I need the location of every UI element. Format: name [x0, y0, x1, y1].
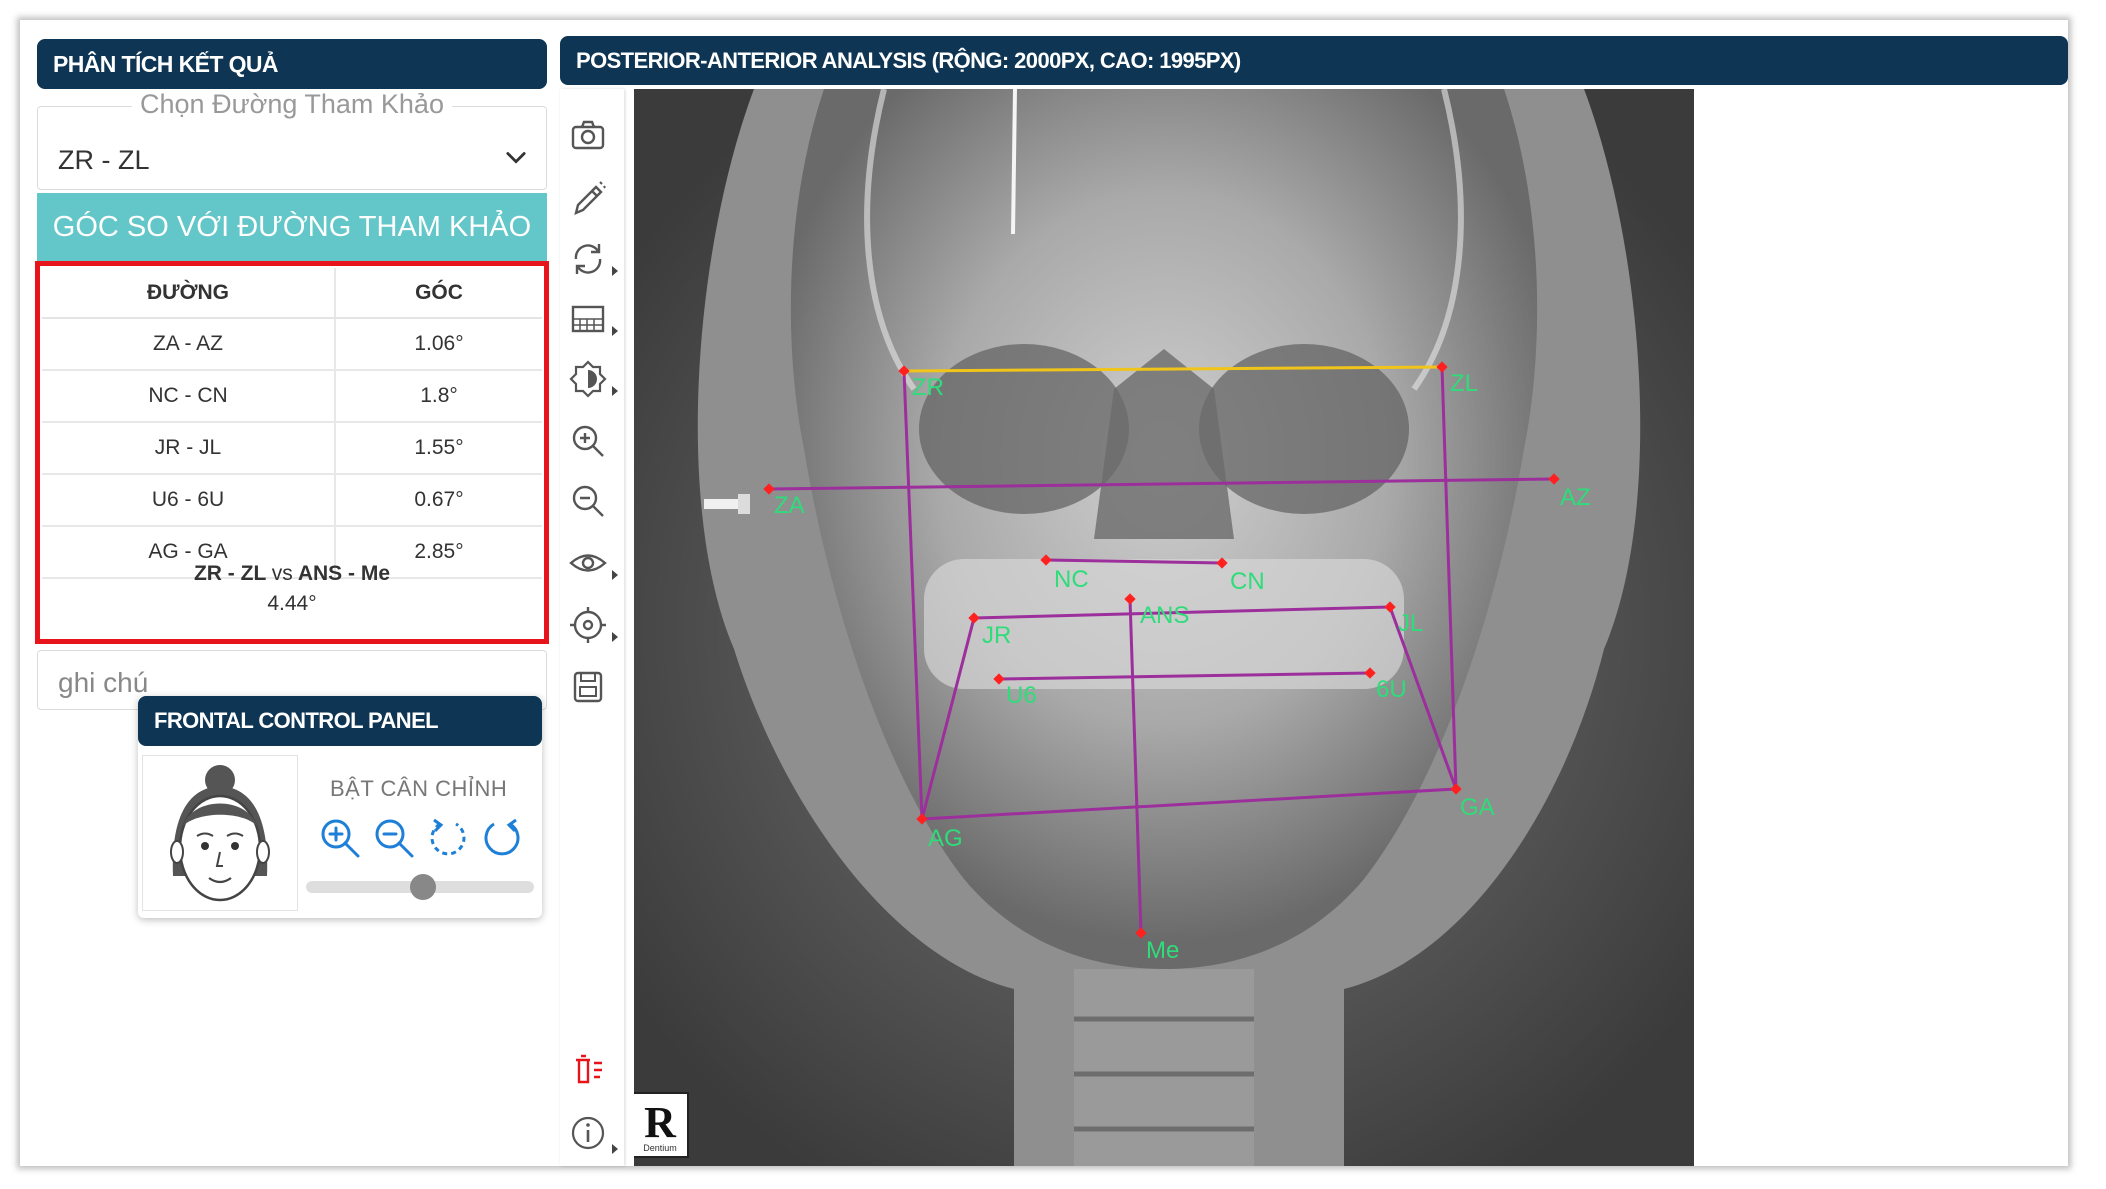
- row-angle: 1.06°: [335, 318, 542, 371]
- label-zl: ZL: [1450, 370, 1478, 397]
- row-line: ZA - AZ: [42, 318, 336, 371]
- rotate-icon[interactable]: [568, 239, 608, 279]
- zoom-out-icon[interactable]: [372, 816, 416, 860]
- label-nc: NC: [1054, 566, 1089, 593]
- comparison-vs: vs: [271, 562, 293, 585]
- label-zr: ZR: [912, 374, 944, 401]
- zoom-out-icon[interactable]: [568, 481, 608, 521]
- results-table: ĐƯỜNG GÓC ZA - AZ 1.06° NC - CN 1.8° JR - …: [42, 268, 542, 579]
- row-angle: 1.8°: [335, 370, 542, 423]
- comparison-target: ANS - Me: [297, 562, 391, 585]
- save-icon[interactable]: [568, 667, 608, 707]
- xray-title: POSTERIOR-ANTERIOR ANALYSIS (RỘNG: 2000P…: [560, 36, 2068, 85]
- label-cn: CN: [1230, 568, 1265, 595]
- label-ans: ANS: [1140, 602, 1189, 629]
- col-header-angle: GÓC: [335, 268, 542, 319]
- label-jr: JR: [982, 622, 1011, 649]
- row-line: NC - CN: [42, 370, 336, 423]
- delete-list-icon[interactable]: [568, 1051, 608, 1091]
- rotate-right-icon[interactable]: [480, 816, 524, 860]
- face-icon: [170, 765, 270, 902]
- label-az: AZ: [1560, 484, 1591, 511]
- tool-sidebar: [560, 89, 624, 1166]
- info-menu-arrow[interactable]: [612, 1144, 618, 1154]
- comparison-value: 4.44°: [267, 592, 317, 615]
- table-row: JR - JL 1.55°: [42, 422, 542, 475]
- label-ga: GA: [1460, 794, 1495, 821]
- col-header-line: ĐƯỜNG: [42, 268, 336, 319]
- comparison-result: ZR - ZL vs ANS - Me 4.44°: [40, 562, 544, 616]
- label-u6: U6: [1006, 682, 1037, 709]
- camera-icon[interactable]: [568, 115, 608, 155]
- eye-icon[interactable]: [568, 543, 608, 583]
- comparison-ref: ZR - ZL: [193, 562, 266, 585]
- control-panel-title: FRONTAL CONTROL PANEL: [138, 696, 542, 746]
- brand-letter: R: [644, 1098, 677, 1147]
- brand-name: Dentium: [643, 1143, 677, 1153]
- xray-viewer[interactable]: R Dentium ZR ZL ZA AZ NC CN ANS JR JL U6…: [634, 89, 1694, 1166]
- pencil-icon[interactable]: [568, 179, 608, 219]
- frontal-control-panel: FRONTAL CONTROL PANEL BẬT CÂN CHỈNH: [138, 696, 542, 918]
- brightness-icon[interactable]: [568, 359, 608, 399]
- label-jl: JL: [1398, 610, 1423, 637]
- results-table-box: ĐƯỜNG GÓC ZA - AZ 1.06° NC - CN 1.8° JR - …: [35, 261, 549, 644]
- zoom-in-icon[interactable]: [568, 421, 608, 461]
- eye-menu-arrow[interactable]: [612, 570, 618, 580]
- table-row: NC - CN 1.8°: [42, 370, 542, 423]
- reference-value: ZR - ZL: [58, 145, 150, 175]
- table-row: ZA - AZ 1.06°: [42, 318, 542, 371]
- app-window: PHÂN TÍCH KẾT QUẢ Chọn Đường Tham Khảo Z…: [20, 20, 2068, 1166]
- grid-icon[interactable]: [568, 299, 608, 339]
- row-line: U6 - 6U: [42, 474, 336, 527]
- analysis-panel-title: PHÂN TÍCH KẾT QUẢ: [37, 39, 547, 89]
- label-ag: AG: [928, 825, 963, 852]
- label-za: ZA: [774, 492, 805, 519]
- row-line: JR - JL: [42, 422, 336, 475]
- target-icon[interactable]: [568, 605, 608, 645]
- brightness-menu-arrow[interactable]: [612, 386, 618, 396]
- alignment-toggle-label[interactable]: BẬT CÂN CHỈNH: [330, 776, 507, 802]
- rotate-menu-arrow[interactable]: [612, 266, 618, 276]
- grid-menu-arrow[interactable]: [612, 326, 618, 336]
- reference-legend: Chọn Đường Tham Khảo: [132, 89, 452, 119]
- slider-handle[interactable]: [410, 874, 436, 900]
- label-6u: 6U: [1376, 676, 1407, 703]
- reference-line-select[interactable]: Chọn Đường Tham Khảo ZR - ZL: [37, 89, 547, 190]
- table-row: U6 - 6U 0.67°: [42, 474, 542, 527]
- row-angle: 1.55°: [335, 422, 542, 475]
- info-icon[interactable]: [568, 1113, 608, 1153]
- zoom-in-icon[interactable]: [318, 816, 362, 860]
- chevron-down-icon: [506, 152, 526, 164]
- label-me: Me: [1146, 937, 1179, 964]
- xray-image[interactable]: R Dentium ZR ZL ZA AZ NC CN ANS JR JL U6…: [634, 89, 1694, 1166]
- face-avatar: [142, 755, 298, 911]
- angle-header: GÓC SO VỚI ĐƯỜNG THAM KHẢO: [37, 193, 547, 261]
- row-angle: 0.67°: [335, 474, 542, 527]
- target-menu-arrow[interactable]: [612, 632, 618, 642]
- rotate-left-icon[interactable]: [426, 816, 470, 860]
